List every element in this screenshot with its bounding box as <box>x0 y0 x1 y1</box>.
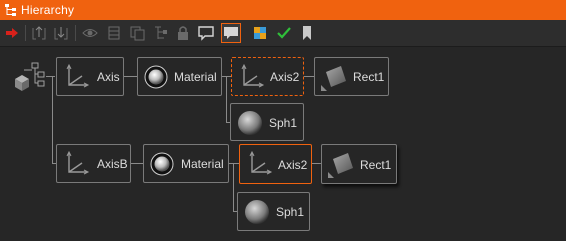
copy-icon <box>130 26 145 41</box>
node-label: Sph1 <box>276 205 305 219</box>
node-label: Material <box>181 157 224 171</box>
node-sphere[interactable]: Sph1 <box>237 192 310 231</box>
material-sphere-icon <box>144 65 168 89</box>
color-grid-button[interactable] <box>250 23 270 43</box>
hierarchy-icon <box>5 4 16 16</box>
toolbar-separator <box>75 25 76 41</box>
node-axis[interactable]: Axis <box>56 57 124 96</box>
panel-title: Hierarchy <box>21 3 75 17</box>
hierarchy-canvas[interactable]: Axis Material Axis2 Rect1 Sph1 AxisB Mat… <box>0 47 566 241</box>
copy-button[interactable] <box>127 23 147 43</box>
axis-icon <box>66 63 90 88</box>
comment-filled-button[interactable] <box>221 23 241 43</box>
node-label: Rect1 <box>360 158 392 172</box>
toolbar-separator <box>25 25 26 41</box>
connector-line <box>131 163 143 164</box>
tree-button[interactable] <box>151 23 171 43</box>
node-label: Axis2 <box>270 70 300 84</box>
visibility-button[interactable] <box>80 23 100 43</box>
red-arrow-icon <box>6 28 18 38</box>
move-down-icon <box>54 27 68 40</box>
lock-button[interactable] <box>173 23 193 43</box>
move-down-button[interactable] <box>51 23 71 43</box>
connector-line <box>233 163 234 211</box>
node-label: Rect1 <box>353 70 385 84</box>
node-label: Sph1 <box>269 116 298 130</box>
bookmark-icon <box>303 26 311 40</box>
check-icon <box>277 27 291 39</box>
node-label: Material <box>174 70 217 84</box>
comment-icon <box>198 26 214 41</box>
axis-icon <box>66 150 90 175</box>
move-up-icon <box>32 26 46 40</box>
node-label: AxisB <box>97 157 128 171</box>
material-sphere-icon <box>150 152 174 176</box>
node-axis2[interactable]: Axis2 <box>231 57 304 96</box>
comment-filled-icon <box>224 27 238 39</box>
node-axis2[interactable]: Axis2 <box>239 144 312 184</box>
rect-plane-icon <box>328 153 353 178</box>
tree-icon <box>155 26 167 39</box>
node-label: Axis2 <box>278 158 308 172</box>
toolbar <box>0 20 566 47</box>
move-up-button[interactable] <box>29 23 49 43</box>
axis-icon <box>249 150 273 175</box>
frame-icon <box>108 26 120 40</box>
title-bar: Hierarchy <box>0 0 566 20</box>
color-grid-icon <box>254 27 266 39</box>
connector-line <box>124 76 137 77</box>
node-material[interactable]: Material <box>137 57 222 96</box>
rect-plane-icon <box>321 66 346 91</box>
connector-line <box>312 163 321 164</box>
lock-icon <box>178 26 188 40</box>
red-arrow-button[interactable] <box>2 23 22 43</box>
frame-button[interactable] <box>104 23 124 43</box>
node-sphere[interactable]: Sph1 <box>230 103 304 141</box>
node-label: Axis <box>97 70 120 84</box>
connector-line <box>52 76 53 164</box>
sphere-icon <box>245 200 269 224</box>
scene-root-icon[interactable] <box>12 61 46 95</box>
bookmark-button[interactable] <box>297 23 317 43</box>
node-axis[interactable]: AxisB <box>56 144 131 183</box>
connector-line <box>229 163 239 164</box>
eye-icon <box>82 29 98 37</box>
connector-line <box>304 76 314 77</box>
check-button[interactable] <box>274 23 294 43</box>
node-rect[interactable]: Rect1 <box>314 57 389 96</box>
comment-button[interactable] <box>196 23 216 43</box>
connector-line <box>226 76 227 122</box>
connector-line <box>46 76 55 77</box>
node-material[interactable]: Material <box>143 144 229 183</box>
node-rect[interactable]: Rect1 <box>321 144 397 184</box>
sphere-icon <box>238 111 262 135</box>
axis-icon <box>241 63 265 88</box>
